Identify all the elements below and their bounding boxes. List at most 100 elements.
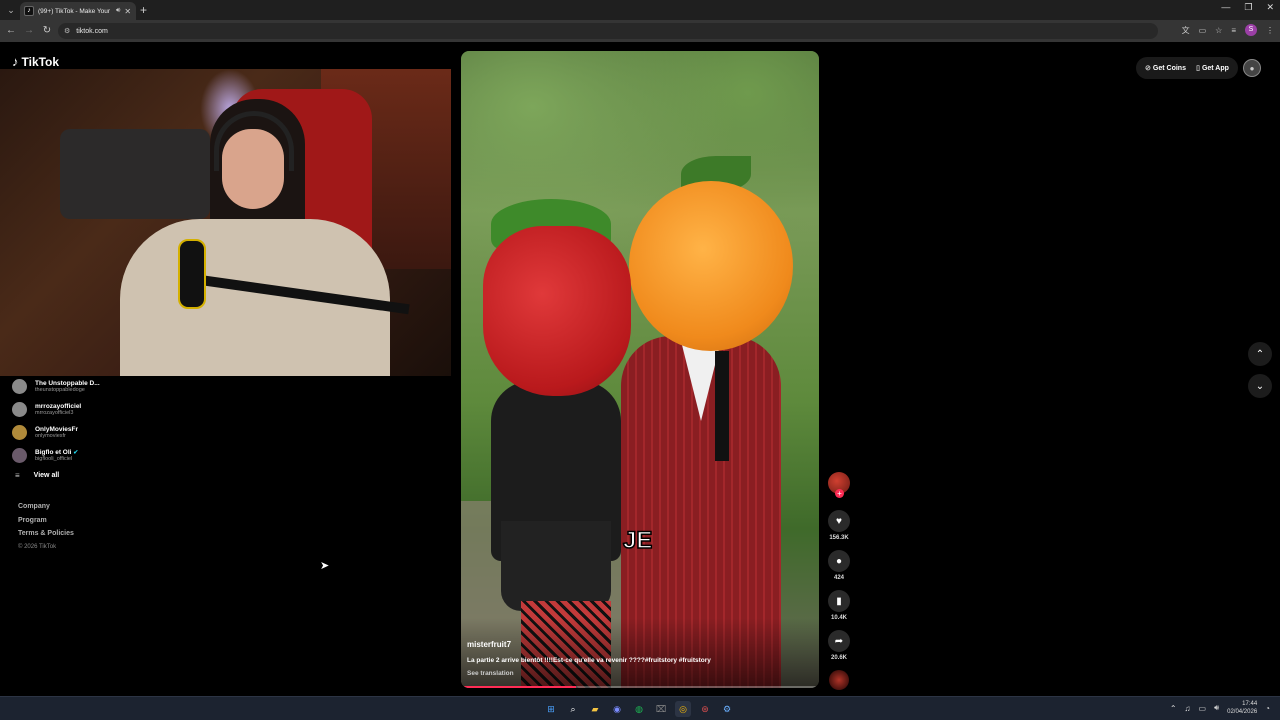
mouse-cursor-icon: ➤: [320, 560, 330, 572]
like-button[interactable]: ♥: [828, 510, 850, 532]
reload-icon[interactable]: ↻: [40, 24, 54, 38]
comment-button[interactable]: ●: [828, 550, 850, 572]
follow-plus-icon[interactable]: +: [835, 489, 844, 498]
account-text: mrrozayofficiel mrrozayofficiel3: [35, 403, 81, 416]
webcam-overlay: [0, 69, 451, 376]
search-icon[interactable]: ⌕: [565, 701, 581, 717]
clock[interactable]: 17:44 02/04/2026: [1227, 700, 1257, 716]
see-translation-link[interactable]: See translation: [467, 670, 514, 677]
volume-icon[interactable]: 🔊︎: [1214, 703, 1219, 713]
speaker-icon[interactable]: 🔊︎: [116, 7, 120, 15]
tiktok-page: ♪ TikTok The Unstoppable D... theunstopp…: [0, 42, 1280, 696]
account-name: mrrozayofficiel: [35, 403, 82, 410]
footer-link-program[interactable]: Program: [18, 517, 74, 531]
chevron-up-icon: ⌃: [1255, 348, 1265, 360]
discord-icon[interactable]: ◉: [609, 701, 625, 717]
following-account[interactable]: Bigflo et Oli ✔ bigflooli_officiel: [12, 444, 212, 467]
account-name-text: Bigflo et Oli: [35, 449, 72, 456]
translate-icon[interactable]: 文: [1182, 25, 1190, 36]
cast-icon[interactable]: ▭: [1199, 26, 1207, 35]
microphone: [178, 239, 206, 309]
strawberry-character-head: [483, 226, 631, 396]
spotify-icon[interactable]: ◍: [631, 701, 647, 717]
back-icon[interactable]: ←: [4, 24, 18, 38]
logo-text: TikTok: [21, 54, 60, 69]
view-all-button[interactable]: ≡ View all: [12, 471, 212, 480]
new-tab-button[interactable]: +: [140, 3, 147, 17]
account-text: OnlyMoviesFr onlymoviesfr: [35, 426, 78, 439]
like-count: 156.3K: [829, 535, 849, 541]
profile-avatar[interactable]: S: [1245, 24, 1257, 36]
following-account[interactable]: OnlyMoviesFr onlymoviesfr: [12, 421, 212, 444]
close-window-icon[interactable]: ✕: [1266, 2, 1274, 13]
account-handle: onlymoviesfr: [35, 433, 66, 439]
footer-link-company[interactable]: Company: [18, 503, 74, 517]
get-coins-label: Get Coins: [1152, 64, 1186, 72]
copyright: © 2026 TikTok: [18, 543, 57, 550]
microphone-icon[interactable]: ♫: [1185, 704, 1191, 713]
xbox-icon[interactable]: ⌧: [653, 701, 669, 717]
steam-icon[interactable]: ⚙: [719, 701, 735, 717]
heart-icon: ♥: [836, 515, 842, 527]
address-bar[interactable]: ⚙ tiktok.com: [58, 23, 1158, 39]
video-progress-fill: [461, 686, 576, 688]
video-player[interactable]: JE misterfruit7 La partie 2 arrive bient…: [461, 51, 819, 688]
footer-link-terms[interactable]: Terms & Policies: [18, 530, 74, 544]
orange-character-tie: [715, 351, 729, 461]
previous-video-button[interactable]: ⌃: [1248, 342, 1272, 366]
tiktok-favicon-icon: ♪: [24, 6, 34, 16]
browser-menu-icon[interactable]: ⋮: [1266, 26, 1274, 35]
site-info-icon[interactable]: ⚙: [64, 27, 70, 35]
following-account[interactable]: The Unstoppable D... theunstoppabledoge: [12, 375, 212, 398]
file-explorer-icon[interactable]: ▰: [587, 701, 603, 717]
taskbar-apps: ⊞ ⌕ ▰ ◉ ◍ ⌧ ◎ ⊛ ⚙: [543, 701, 735, 717]
coin-icon: ⊘: [1145, 65, 1151, 72]
list-icon: ≡: [15, 471, 20, 480]
network-icon[interactable]: ▭: [1199, 704, 1207, 713]
view-all-label: View all: [33, 472, 60, 479]
get-app-label: Get App: [1201, 64, 1229, 72]
video-description: La partie 2 arrive bientôt !!!!Est-ce qu…: [467, 657, 711, 664]
tab-title: (99+) TikTok - Make Your Day: [38, 7, 112, 15]
comment-icon: ●: [835, 555, 843, 567]
save-button[interactable]: ▮: [828, 590, 850, 612]
phone-icon: ▯: [1196, 65, 1200, 72]
forward-icon[interactable]: →: [22, 24, 36, 38]
tray-expand-icon[interactable]: ⌃: [1170, 704, 1177, 713]
account-text: Bigflo et Oli ✔ bigflooli_officiel: [35, 449, 78, 462]
browser-tab-strip: ⌄ ♪ (99+) TikTok - Make Your Day 🔊︎ ✕ + …: [0, 0, 1280, 20]
video-author[interactable]: misterfruit7: [467, 640, 511, 649]
browser-tab-tiktok[interactable]: ♪ (99+) TikTok - Make Your Day 🔊︎ ✕: [20, 2, 136, 20]
header-actions: ⊘ Get Coins ▯ Get App: [1136, 57, 1238, 79]
browser-toolbar: ← → ↻ ⚙ tiktok.com 文 ▭ ☆ ≡ S ⋮: [0, 20, 1280, 42]
sidebar-footer: Company Program Terms & Policies © 2026 …: [18, 503, 74, 550]
close-tab-icon[interactable]: ✕: [124, 7, 131, 16]
tab-search-icon[interactable]: ⌄: [4, 3, 18, 17]
chrome-icon[interactable]: ◎: [675, 701, 691, 717]
tiktok-logo[interactable]: ♪ TikTok: [12, 54, 59, 69]
system-tray: ⌃ ♫ ▭ 🔊︎ 17:44 02/04/2026 ◔: [1170, 700, 1270, 716]
windows-start-icon[interactable]: ⊞: [543, 701, 559, 717]
avatar: [12, 425, 27, 440]
share-count: 20.6K: [830, 655, 847, 661]
user-avatar[interactable]: ●: [1243, 59, 1261, 77]
get-app-button[interactable]: ▯ Get App: [1196, 64, 1229, 73]
get-coins-button[interactable]: ⊘ Get Coins: [1145, 64, 1186, 73]
bookmark-star-icon[interactable]: ☆: [1215, 26, 1222, 35]
account-name: OnlyMoviesFr: [35, 426, 78, 433]
avatar: [12, 402, 27, 417]
app-icon[interactable]: ⊛: [697, 701, 713, 717]
notifications-icon[interactable]: ◔: [1265, 704, 1270, 713]
extensions-icon[interactable]: ≡: [1231, 26, 1236, 35]
creator-avatar[interactable]: +: [828, 472, 850, 498]
tiktok-note-icon: ♪: [12, 54, 19, 69]
next-video-button[interactable]: ⌄: [1248, 374, 1272, 398]
video-progress-bar[interactable]: [461, 686, 819, 688]
share-button[interactable]: ➦: [828, 630, 850, 652]
following-account[interactable]: mrrozayofficiel mrrozayofficiel3: [12, 398, 212, 421]
share-arrow-icon: ➦: [834, 635, 844, 647]
restore-icon[interactable]: ❐: [1244, 2, 1252, 13]
video-caption-overlay: JE: [622, 526, 653, 555]
minimize-icon[interactable]: —: [1221, 2, 1230, 13]
music-disc-icon[interactable]: [829, 670, 849, 690]
